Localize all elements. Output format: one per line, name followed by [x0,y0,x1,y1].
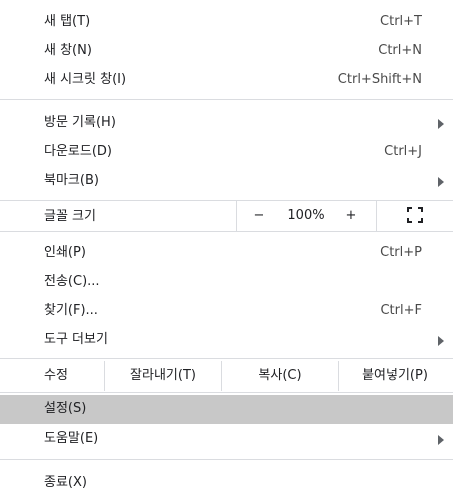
menu-item-help[interactable]: 도움말(E) [0,425,453,454]
menu-item-bookmarks[interactable]: 북마크(B) [0,167,453,196]
menu-item-new-incognito-window[interactable]: 새 시크릿 창(I) Ctrl+Shift+N [0,66,453,95]
zoom-out-button[interactable]: − [248,207,270,225]
divider [376,201,377,231]
separator [0,99,453,100]
menu-item-label: 새 탭(T) [44,14,91,29]
menu-item-label: 도구 더보기 [44,332,108,347]
separator [0,231,453,232]
edit-row: 수정 잘라내기(T) 복사(C) 붙여넣기(P) [0,361,453,391]
menu-item-shortcut: Ctrl+N [378,43,422,58]
menu-item-label: 도움말(E) [44,431,99,446]
menu-item-shortcut: Ctrl+T [380,14,422,29]
menu-item-more-tools[interactable]: 도구 더보기 [0,326,453,355]
menu-item-label: 전송(C)... [44,274,100,289]
menu-item-label: 다운로드(D) [44,144,112,159]
chevron-right-icon [438,119,444,129]
zoom-in-button[interactable]: + [340,207,362,225]
menu-item-label: 설정(S) [44,401,87,416]
cut-button[interactable]: 잘라내기(T) [105,361,221,391]
menu-item-downloads[interactable]: 다운로드(D) Ctrl+J [0,138,453,167]
menu-item-label: 인쇄(P) [44,245,86,260]
menu-item-shortcut: Ctrl+F [380,303,422,318]
menu-item-settings[interactable]: 설정(S) [0,395,453,424]
menu-item-label: 찾기(F)... [44,303,98,318]
menu-item-label: 새 창(N) [44,43,92,58]
chrome-main-menu: 새 탭(T) Ctrl+T 새 창(N) Ctrl+N 새 시크릿 창(I) C… [0,0,453,500]
zoom-label: 글꼴 크기 [44,209,96,224]
menu-item-shortcut: Ctrl+P [380,245,422,260]
chevron-right-icon [438,336,444,346]
copy-button[interactable]: 복사(C) [222,361,338,391]
menu-item-new-window[interactable]: 새 창(N) Ctrl+N [0,37,453,66]
menu-item-label: 새 시크릿 창(I) [44,72,127,87]
menu-item-shortcut: Ctrl+Shift+N [337,72,422,87]
chevron-right-icon [438,177,444,187]
zoom-row: 글꼴 크기 − 100% + [0,201,453,231]
menu-item-new-tab[interactable]: 새 탭(T) Ctrl+T [0,8,453,37]
chevron-right-icon [438,435,444,445]
divider [236,201,237,231]
menu-item-shortcut: Ctrl+J [384,144,422,159]
fullscreen-icon[interactable] [407,207,423,223]
separator [0,459,453,460]
edit-label: 수정 [44,368,68,383]
separator [0,358,453,359]
separator [0,392,453,393]
menu-item-label: 방문 기록(H) [44,115,116,130]
menu-item-print[interactable]: 인쇄(P) Ctrl+P [0,239,453,268]
menu-item-history[interactable]: 방문 기록(H) [0,109,453,138]
menu-item-find[interactable]: 찾기(F)... Ctrl+F [0,297,453,326]
menu-item-label: 북마크(B) [44,173,99,188]
menu-item-label: 종료(X) [44,475,87,490]
zoom-level: 100% [287,208,325,223]
paste-button[interactable]: 붙여넣기(P) [339,361,451,391]
menu-item-exit[interactable]: 종료(X) [0,469,453,498]
menu-item-cast[interactable]: 전송(C)... [0,268,453,297]
